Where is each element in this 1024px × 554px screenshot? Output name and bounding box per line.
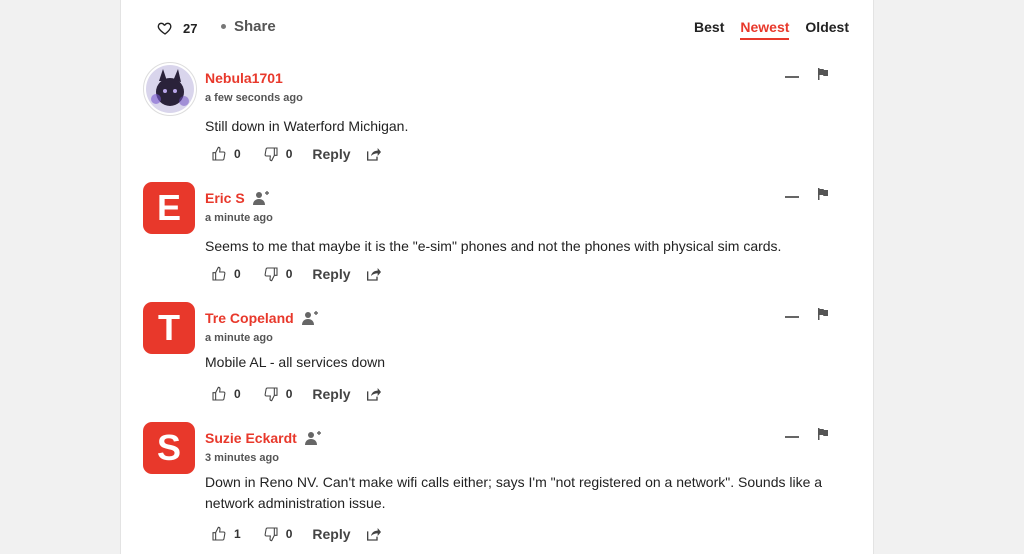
upvote-button[interactable]: 1 <box>211 526 241 542</box>
downvote-count: 0 <box>285 527 293 541</box>
author-name[interactable]: Tre Copeland <box>205 310 294 326</box>
like-count: 27 <box>183 20 198 36</box>
timestamp: a few seconds ago <box>205 92 303 104</box>
author-name[interactable]: Suzie Eckardt <box>205 430 297 446</box>
flag-icon[interactable] <box>817 188 829 200</box>
follow-user-icon[interactable] <box>304 431 321 445</box>
avatar[interactable]: E <box>143 182 195 234</box>
reply-button[interactable]: Reply <box>312 526 350 542</box>
thumbs-down-icon <box>264 147 278 162</box>
comment-actions: 0 0 Reply <box>211 386 381 402</box>
avatar[interactable] <box>143 62 197 116</box>
reply-button[interactable]: Reply <box>312 386 350 402</box>
comment-item: Nebula1701 a few seconds ago Still down … <box>143 62 853 172</box>
avatar[interactable]: T <box>143 302 195 354</box>
comment-actions: 1 0 Reply <box>211 526 381 542</box>
comment-text: Seems to me that maybe it is the "e-sim"… <box>205 238 782 254</box>
author-row: Eric S <box>205 190 269 206</box>
avatar[interactable]: S <box>143 422 195 474</box>
sort-best[interactable]: Best <box>694 19 724 40</box>
downvote-count: 0 <box>285 267 293 281</box>
comment-tools <box>785 308 829 320</box>
timestamp: 3 minutes ago <box>205 452 279 464</box>
comment-tools <box>785 188 829 200</box>
upvote-button[interactable]: 0 <box>211 386 241 402</box>
comment-text: Still down in Waterford Michigan. <box>205 118 409 134</box>
follow-user-icon[interactable] <box>301 311 318 325</box>
downvote-count: 0 <box>285 387 293 401</box>
timestamp: a minute ago <box>205 332 273 344</box>
comments-header: 27 Share Best Newest Oldest <box>121 0 873 58</box>
downvote-button[interactable]: 0 <box>263 146 293 162</box>
comment-text: Mobile AL - all services down <box>205 354 386 370</box>
comment-actions: 0 0 Reply <box>211 266 381 282</box>
share-arrow-icon <box>366 268 381 281</box>
reply-button[interactable]: Reply <box>312 146 350 162</box>
comment-tools <box>785 68 829 80</box>
share-comment-button[interactable] <box>365 526 381 542</box>
sort-oldest[interactable]: Oldest <box>805 19 849 40</box>
author-row: Nebula1701 <box>205 70 283 86</box>
comment-item: S Suzie Eckardt 3 minutes ago Down in Re… <box>143 422 853 554</box>
comments-panel: 27 Share Best Newest Oldest Nebula1701 a… <box>120 0 874 554</box>
downvote-button[interactable]: 0 <box>263 526 293 542</box>
comment-text: Down in Reno NV. Can't make wifi calls e… <box>205 474 823 511</box>
thumbs-up-icon <box>212 146 226 161</box>
thumbs-down-icon <box>264 267 278 282</box>
like-button[interactable]: 27 <box>157 20 197 36</box>
comment-actions: 0 0 Reply <box>211 146 381 162</box>
upvote-button[interactable]: 0 <box>211 266 241 282</box>
heart-icon <box>157 22 172 35</box>
comment-item: E Eric S a minute ago Seems to me that m… <box>143 182 853 292</box>
flag-icon[interactable] <box>817 308 829 320</box>
downvote-count: 0 <box>285 147 293 161</box>
share-arrow-icon <box>366 528 381 541</box>
share-arrow-icon <box>366 148 381 161</box>
thumbs-up-icon <box>212 266 226 281</box>
bullet-dot <box>221 24 226 29</box>
minimize-icon[interactable] <box>785 436 799 438</box>
reply-button[interactable]: Reply <box>312 266 350 282</box>
share-label: Share <box>234 18 276 35</box>
upvote-count: 0 <box>234 147 241 161</box>
minimize-icon[interactable] <box>785 196 799 198</box>
share-comment-button[interactable] <box>365 146 381 162</box>
timestamp: a minute ago <box>205 212 273 224</box>
share-button[interactable]: Share <box>221 18 276 35</box>
sort-tabs: Best Newest Oldest <box>694 19 849 40</box>
upvote-count: 0 <box>234 267 241 281</box>
sort-newest[interactable]: Newest <box>740 19 790 40</box>
downvote-button[interactable]: 0 <box>263 266 293 282</box>
share-comment-button[interactable] <box>365 266 381 282</box>
follow-user-icon[interactable] <box>252 191 269 205</box>
minimize-icon[interactable] <box>785 76 799 78</box>
upvote-count: 1 <box>234 527 241 541</box>
author-name[interactable]: Eric S <box>205 190 245 206</box>
thumbs-up-icon <box>212 526 226 541</box>
avatar-image <box>146 65 194 113</box>
minimize-icon[interactable] <box>785 316 799 318</box>
thumbs-down-icon <box>264 527 278 542</box>
thumbs-down-icon <box>264 387 278 402</box>
flag-icon[interactable] <box>817 428 829 440</box>
author-name[interactable]: Nebula1701 <box>205 70 283 86</box>
flag-icon[interactable] <box>817 68 829 80</box>
share-arrow-icon <box>366 388 381 401</box>
upvote-count: 0 <box>234 387 241 401</box>
author-row: Suzie Eckardt <box>205 430 321 446</box>
upvote-button[interactable]: 0 <box>211 146 241 162</box>
comment-item: T Tre Copeland a minute ago Mobile AL - … <box>143 302 853 412</box>
downvote-button[interactable]: 0 <box>263 386 293 402</box>
share-comment-button[interactable] <box>365 386 381 402</box>
thumbs-up-icon <box>212 386 226 401</box>
comment-tools <box>785 428 829 440</box>
author-row: Tre Copeland <box>205 310 318 326</box>
